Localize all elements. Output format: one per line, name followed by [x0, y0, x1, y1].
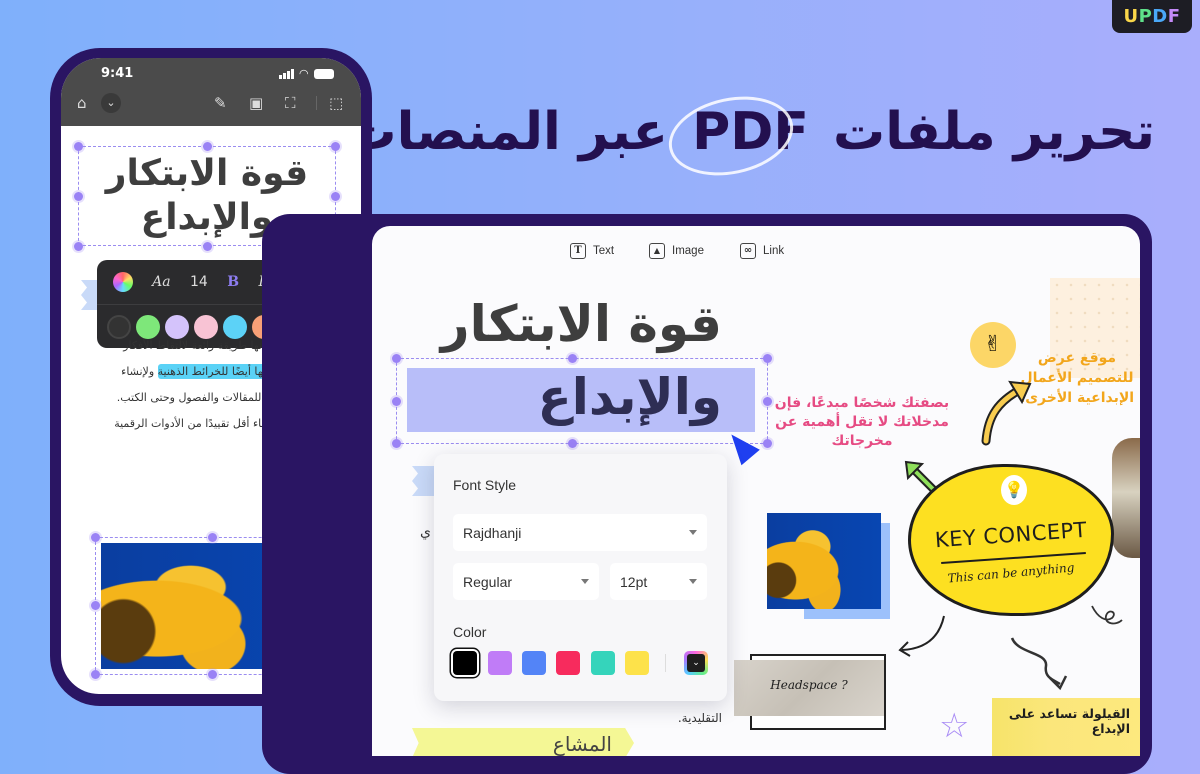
body-text-fragment: ي [420, 524, 431, 540]
logo-letter: D [1152, 6, 1168, 27]
color-wheel-icon[interactable] [112, 272, 133, 292]
font-size-button[interactable]: 14 [190, 274, 208, 290]
custom-color-picker-button[interactable]: ⌄ [684, 651, 708, 675]
font-family-value: Rajdhanji [463, 524, 522, 541]
lightbulb-icon: 💡 [1001, 475, 1027, 505]
toolbar-text-button[interactable]: T Text [570, 243, 614, 259]
resize-handle[interactable] [91, 670, 100, 679]
font-weight-select[interactable]: Regular [453, 563, 599, 600]
font-size-value: 12pt [620, 573, 648, 590]
loop-arrow-icon [1091, 605, 1123, 625]
color-swatch-purple[interactable] [488, 651, 512, 675]
yellow-note[interactable]: القيلولة تساعد على الإبداع [992, 698, 1140, 756]
dropdown-caret-icon [581, 579, 589, 584]
resize-handle[interactable] [208, 670, 217, 679]
resize-handle[interactable] [91, 533, 100, 542]
resize-handle[interactable] [763, 397, 772, 406]
color-swatch-red[interactable] [556, 651, 580, 675]
toolbar-link-button[interactable]: ∞ Link [740, 243, 784, 259]
curved-arrow-icon [898, 615, 945, 657]
color-swatch-yellow[interactable] [625, 651, 649, 675]
font-style-label: Font Style [453, 477, 517, 493]
logo-letter: P [1138, 6, 1153, 27]
desktop-sunflower-image[interactable] [767, 513, 881, 609]
star-icon: ☆ [939, 706, 970, 746]
headspace-text: Headspace ? [770, 678, 848, 692]
resize-handle[interactable] [763, 439, 772, 448]
logo-letter: U [1123, 6, 1139, 27]
signal-icon [279, 68, 294, 79]
resize-handle[interactable] [203, 142, 212, 151]
bold-button[interactable]: B [227, 274, 239, 290]
link-icon: ∞ [740, 243, 756, 259]
updf-logo: UPDF [1112, 0, 1192, 33]
phone-header: 9:41 ◠ ⌂ ⌄ ✎ ▣ ⛶ ⬚ [61, 58, 361, 126]
resize-handle[interactable] [203, 242, 212, 251]
yellow-arrow-icon [981, 380, 1032, 446]
font-style-panel: Font Style Rajdhanji Regular 12pt Color … [434, 454, 727, 701]
font-family-select[interactable]: Rajdhanji [453, 514, 707, 551]
key-concept-title: KEY CONCEPT [934, 517, 1088, 553]
resize-handle[interactable] [392, 397, 401, 406]
toolbar-image-button[interactable]: ▲ Image [649, 243, 704, 259]
highlighter-icon[interactable]: ✎ [214, 94, 227, 112]
status-icons: ◠ [279, 67, 334, 80]
battery-icon [313, 68, 334, 79]
wavy-arrow-icon [1010, 637, 1068, 691]
wifi-icon: ◠ [299, 67, 309, 80]
text-icon: T [570, 243, 586, 259]
color-swatch-blue[interactable] [522, 651, 546, 675]
headline: تحرير ملفات PDF عبر المنصات [344, 92, 1155, 172]
color-swatch-black[interactable] [453, 651, 477, 675]
replace-image-icon[interactable]: ⛶ [285, 94, 296, 112]
desktop-text-selection-box[interactable] [396, 358, 768, 444]
color-label: Color [453, 624, 487, 640]
pink-note[interactable]: بصفتك شخصًا مبدعًا، فإن مدخلاتك لا تقل أ… [772, 394, 952, 451]
image-icon: ▲ [649, 243, 665, 259]
bottom-heading[interactable]: المشاع الإبداعي [492, 729, 612, 756]
resize-handle[interactable] [568, 354, 577, 363]
font-weight-value: Regular [463, 573, 513, 590]
resize-handle[interactable] [331, 142, 340, 151]
dropdown-caret-icon [689, 530, 697, 535]
divider [665, 654, 666, 672]
chevron-down-icon: ⌄ [687, 654, 705, 672]
font-button[interactable]: Aa [152, 274, 170, 290]
logo-letter: F [1167, 6, 1181, 27]
desktop-title-line1[interactable]: قوة الابتكار [402, 294, 722, 354]
select-area-icon[interactable]: ⬚ [329, 94, 343, 112]
toolbar-divider [316, 96, 317, 110]
resize-handle[interactable] [208, 533, 217, 542]
resize-handle[interactable] [763, 354, 772, 363]
body-text-fragment: التقليدية. [677, 711, 722, 725]
image-text-icon[interactable]: ▣ [249, 94, 263, 112]
key-concept-cloud[interactable]: 💡 KEY CONCEPT This can be anything [908, 464, 1114, 616]
resize-handle[interactable] [74, 242, 83, 251]
toolbar-label: Text [593, 245, 615, 257]
dropdown-caret-icon [689, 579, 697, 584]
victory-hand-icon: ✌ [970, 322, 1016, 368]
resize-handle[interactable] [91, 601, 100, 610]
status-time: 9:41 [101, 66, 134, 81]
font-size-select[interactable]: 12pt [610, 563, 707, 600]
headline-pdf: PDF [686, 92, 815, 172]
chevron-down-icon[interactable]: ⌄ [101, 93, 121, 113]
resize-handle[interactable] [74, 142, 83, 151]
toolbar-label: Link [763, 245, 785, 257]
headline-part: تحرير ملفات [814, 102, 1155, 162]
resize-handle[interactable] [392, 354, 401, 363]
headline-part: عبر المنصات [344, 102, 687, 162]
home-icon[interactable]: ⌂ [77, 94, 87, 112]
yellow-note-text: القيلولة تساعد على الإبداع [1008, 706, 1130, 736]
resize-handle[interactable] [392, 439, 401, 448]
headspace-card[interactable]: Headspace ? [734, 660, 884, 716]
resize-handle[interactable] [568, 439, 577, 448]
color-swatch-teal[interactable] [591, 651, 615, 675]
side-photo [1112, 438, 1140, 558]
toolbar-label: Image [672, 245, 704, 257]
